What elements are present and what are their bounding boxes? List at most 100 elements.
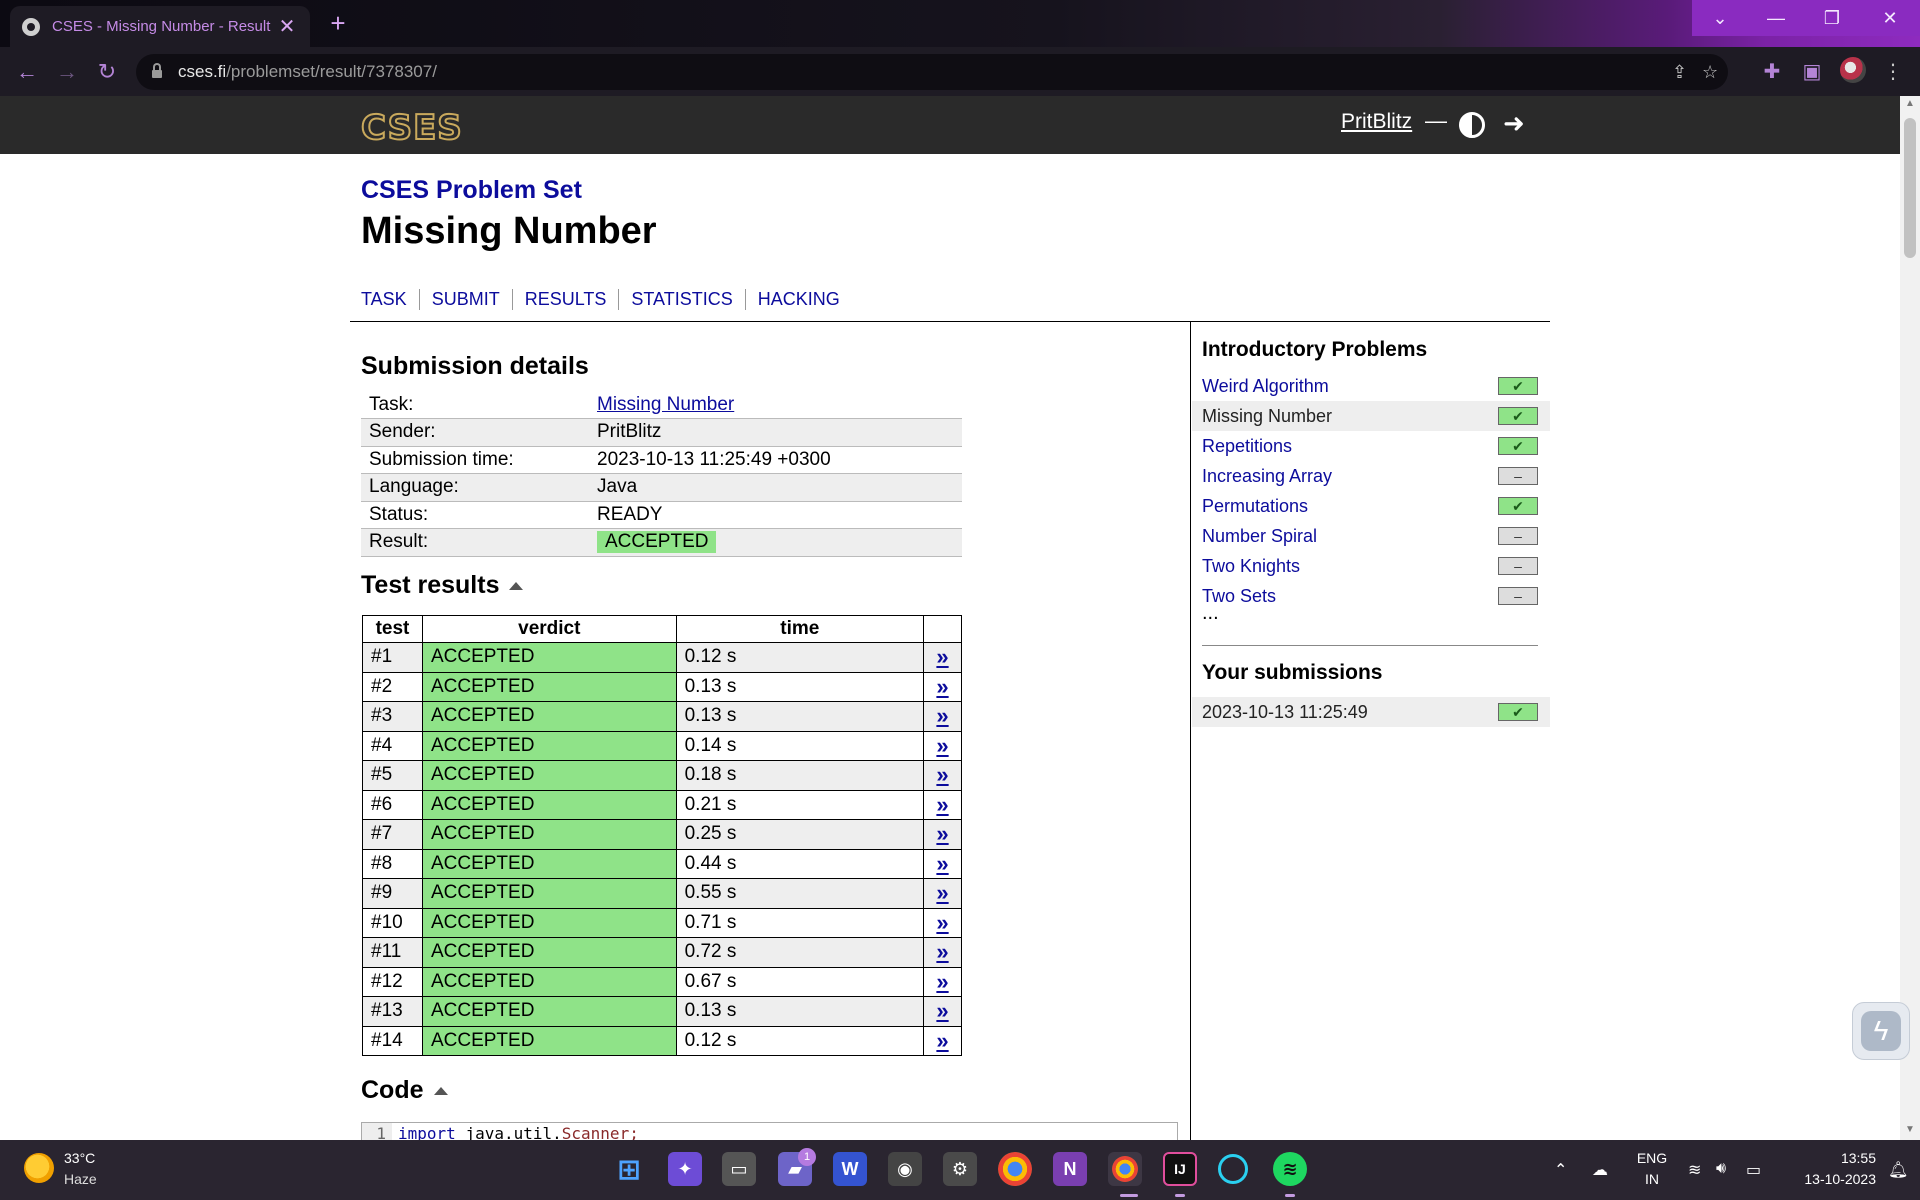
alexa-icon[interactable]	[1218, 1154, 1248, 1184]
problem-link[interactable]: Repetitions	[1202, 436, 1292, 457]
tab-submit[interactable]: SUBMIT	[418, 289, 512, 310]
sidebar-problem-item[interactable]: Two Knights –	[1192, 551, 1550, 581]
collapse-triangle-icon[interactable]	[433, 1087, 448, 1096]
collapse-triangle-icon[interactable]	[509, 582, 524, 591]
test-details-arrow-icon[interactable]: »	[936, 644, 948, 669]
task-link[interactable]: Missing Number	[597, 394, 734, 415]
tab-search-icon[interactable]: ⌄	[1692, 0, 1748, 36]
bookmark-star-icon[interactable]: ☆	[1702, 62, 1718, 83]
scroll-thumb[interactable]	[1904, 118, 1916, 258]
tab-results[interactable]: RESULTS	[511, 289, 619, 310]
start-windows-icon[interactable]: ⊞	[612, 1152, 646, 1186]
details-row: Status: READY	[361, 501, 962, 529]
profile-avatar[interactable]	[1840, 57, 1866, 83]
address-bar[interactable]: cses.fi /problemset/result/7378307/ ⇪ ☆	[136, 54, 1728, 90]
sidebar-problem-item[interactable]: Repetitions ✔	[1192, 431, 1550, 461]
test-details-arrow-icon[interactable]: »	[936, 998, 948, 1023]
copilot-icon[interactable]: ✦	[668, 1152, 702, 1186]
details-row: Task: Missing Number	[361, 391, 962, 419]
test-details-arrow-icon[interactable]: »	[936, 733, 948, 758]
cses-logo[interactable]: CSES	[360, 107, 463, 149]
restore-button[interactable]: ❐	[1804, 0, 1860, 36]
onenote-icon[interactable]: N	[1053, 1152, 1087, 1186]
code-viewer[interactable]: 1 import java.util.Scanner;	[361, 1122, 1178, 1140]
details-label: Result:	[361, 528, 589, 557]
tab-close-icon[interactable]: ✕	[276, 14, 298, 39]
notification-bell-icon[interactable]: 🔔︎	[1888, 1160, 1908, 1180]
problem-link[interactable]: Permutations	[1202, 496, 1308, 517]
reload-icon[interactable]: ↻	[92, 57, 122, 87]
sidebar-problem-item[interactable]: Two Sets –	[1192, 581, 1550, 611]
minimize-button[interactable]: —	[1748, 0, 1804, 36]
chrome-icon[interactable]	[998, 1152, 1032, 1186]
test-details-arrow-icon[interactable]: »	[936, 821, 948, 846]
floating-assistant-button[interactable]: ϟ	[1852, 1002, 1910, 1060]
chrome-active-icon[interactable]	[1108, 1152, 1142, 1186]
logout-icon[interactable]: ➜	[1503, 108, 1525, 139]
browser-tab-active[interactable]: CSES - Missing Number - Result ✕	[10, 6, 310, 47]
volume-icon[interactable]: 🔊︎	[1716, 1160, 1726, 1178]
weather-condition[interactable]: Haze	[64, 1171, 97, 1187]
tray-chevron-icon[interactable]: ⌃	[1554, 1160, 1567, 1180]
test-details-arrow-icon[interactable]: »	[936, 910, 948, 935]
problem-link[interactable]: Two Knights	[1202, 556, 1300, 577]
back-icon[interactable]: ←	[12, 57, 42, 87]
sidebar-problem-item[interactable]: Number Spiral –	[1192, 521, 1550, 551]
test-verdict: ACCEPTED	[421, 671, 677, 702]
test-details-arrow-icon[interactable]: »	[936, 939, 948, 964]
settings-gear-icon[interactable]: ⚙	[943, 1152, 977, 1186]
spotify-icon[interactable]: ≋	[1273, 1152, 1307, 1186]
region-indicator[interactable]: IN	[1634, 1171, 1670, 1187]
test-details-arrow-icon[interactable]: »	[936, 851, 948, 876]
problem-set-link[interactable]: CSES Problem Set	[361, 176, 582, 205]
camera-icon[interactable]: ◉	[888, 1152, 922, 1186]
tab-hacking[interactable]: HACKING	[744, 289, 852, 310]
submission-time[interactable]: 2023-10-13 11:25:49	[1202, 702, 1368, 723]
forward-icon[interactable]: →	[52, 57, 82, 87]
intellij-icon[interactable]: IJ	[1163, 1152, 1197, 1186]
clock-time[interactable]: 13:55	[1786, 1150, 1876, 1166]
scroll-down-icon[interactable]: ▼	[1900, 1124, 1920, 1140]
user-profile-link[interactable]: PritBlitz	[1341, 110, 1412, 134]
theme-toggle-icon[interactable]	[1459, 112, 1485, 138]
test-time: 0.55 s	[675, 878, 925, 909]
onedrive-cloud-icon[interactable]: ☁	[1592, 1160, 1608, 1180]
problem-link[interactable]: Weird Algorithm	[1202, 376, 1329, 397]
sidebar-problem-item[interactable]: Permutations ✔	[1192, 491, 1550, 521]
page-scrollbar[interactable]: ▲ ▼	[1900, 96, 1920, 1140]
task-view-icon[interactable]: ▭	[722, 1152, 756, 1186]
test-details-arrow-icon[interactable]: »	[936, 880, 948, 905]
code-heading[interactable]: Code	[361, 1076, 448, 1105]
lock-icon[interactable]	[152, 63, 162, 78]
problem-link[interactable]: Number Spiral	[1202, 526, 1317, 547]
sidebar-problem-item[interactable]: Increasing Array –	[1192, 461, 1550, 491]
test-details-arrow-icon[interactable]: »	[936, 792, 948, 817]
weather-temp[interactable]: 33°C	[64, 1150, 95, 1166]
clock-date[interactable]: 13-10-2023	[1786, 1171, 1876, 1187]
page-title: Missing Number	[361, 210, 657, 252]
battery-icon[interactable]: ▭	[1746, 1160, 1761, 1180]
test-details-arrow-icon[interactable]: »	[936, 1028, 948, 1053]
tab-statistics[interactable]: STATISTICS	[618, 289, 744, 310]
share-icon[interactable]: ⇪	[1672, 62, 1687, 83]
word-icon[interactable]: W	[833, 1152, 867, 1186]
table-row: #9 ACCEPTED 0.55 s »	[362, 878, 962, 909]
test-details-arrow-icon[interactable]: »	[936, 674, 948, 699]
test-details-arrow-icon[interactable]: »	[936, 762, 948, 787]
language-indicator[interactable]: ENG	[1634, 1150, 1670, 1166]
submission-item[interactable]: 2023-10-13 11:25:49 ✔	[1192, 697, 1550, 727]
weather-sun-icon[interactable]	[24, 1153, 54, 1183]
test-results-heading[interactable]: Test results	[361, 571, 524, 600]
close-window-button[interactable]: ✕	[1860, 0, 1920, 36]
wifi-icon[interactable]: ≋	[1688, 1160, 1701, 1180]
tab-task[interactable]: TASK	[361, 289, 419, 310]
new-tab-button[interactable]: +	[322, 7, 354, 39]
extensions-icon[interactable]: ✚	[1759, 59, 1785, 84]
side-panel-icon[interactable]: ▣	[1799, 59, 1825, 84]
test-details-arrow-icon[interactable]: »	[936, 703, 948, 728]
test-details-arrow-icon[interactable]: »	[936, 969, 948, 994]
problem-link[interactable]: Increasing Array	[1202, 466, 1332, 487]
menu-kebab-icon[interactable]: ⋮	[1880, 59, 1906, 84]
sidebar-problem-item[interactable]: Weird Algorithm ✔	[1192, 371, 1550, 401]
scroll-up-icon[interactable]: ▲	[1900, 98, 1920, 114]
